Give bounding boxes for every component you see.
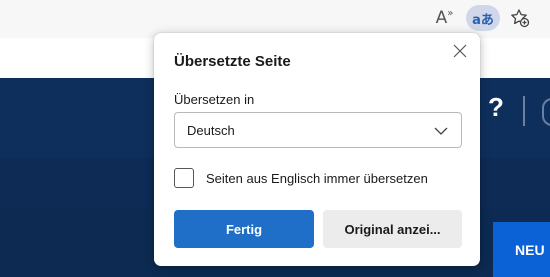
header-divider <box>523 96 525 126</box>
language-select-value: Deutsch <box>187 122 235 138</box>
read-aloud-icon: A» <box>435 8 454 28</box>
translate-icon: aあ <box>472 12 494 28</box>
help-icon[interactable]: ? <box>488 92 504 123</box>
profile-icon[interactable] <box>542 98 550 126</box>
always-translate-row[interactable]: Seiten aus Englisch immer übersetzen <box>174 168 428 188</box>
star-add-icon <box>511 9 530 28</box>
language-select[interactable]: Deutsch <box>174 112 462 148</box>
chevron-down-icon <box>434 127 448 135</box>
add-favorite-button[interactable] <box>505 5 535 31</box>
translation-popup: Übersetzte Seite Übersetzen in Deutsch S… <box>154 33 480 266</box>
popup-title: Übersetzte Seite <box>174 53 291 70</box>
translate-button[interactable]: aあ <box>466 5 500 31</box>
show-original-button[interactable]: Original anzei... <box>323 210 462 248</box>
translate-to-label: Übersetzen in <box>174 92 255 107</box>
always-translate-label: Seiten aus Englisch immer übersetzen <box>206 170 428 186</box>
read-aloud-button[interactable]: A» <box>428 5 460 31</box>
done-button[interactable]: Fertig <box>174 210 314 248</box>
close-icon[interactable] <box>451 42 469 60</box>
always-translate-checkbox[interactable] <box>174 168 194 188</box>
new-button[interactable]: NEU <box>493 222 550 277</box>
